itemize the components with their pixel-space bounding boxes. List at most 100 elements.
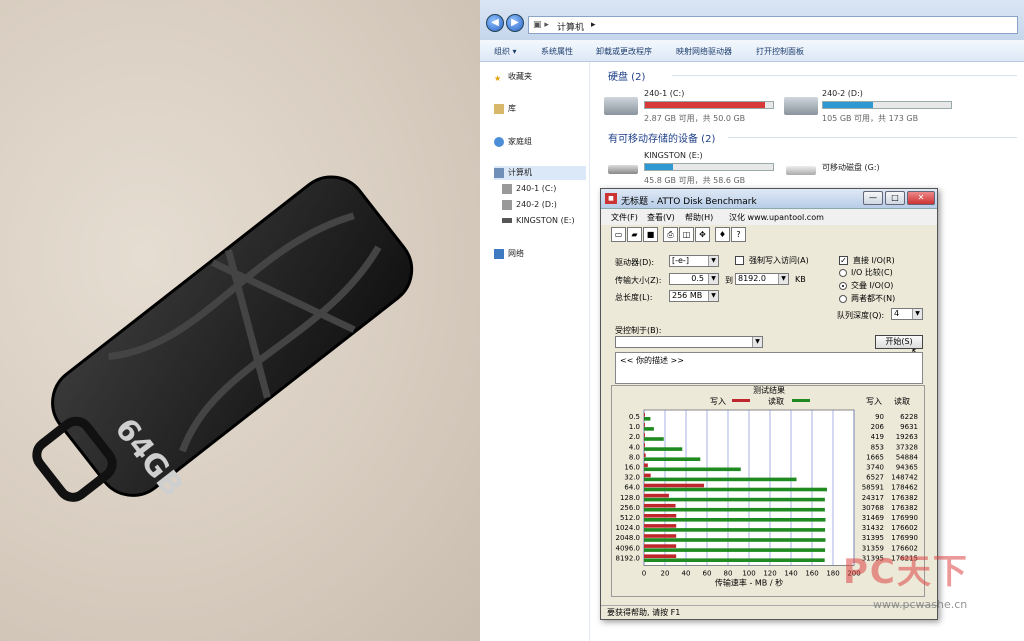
nav-drive-c[interactable]: 240-1 (C:) [502, 182, 556, 196]
removable-heading[interactable]: 有可移动存储的设备 (2) [608, 130, 715, 145]
system-properties-button[interactable]: 系统属性 [541, 46, 573, 57]
force-write-checkbox[interactable] [735, 256, 744, 265]
drive-e-name: KINGSTON (E:) [644, 151, 703, 160]
description-text: << 你的描述 >> [620, 356, 684, 365]
nav-drive-e-label: KINGSTON (E:) [516, 216, 575, 225]
address-field[interactable]: ▣ ▸ 计算机 ▸ [528, 16, 1018, 34]
write-value-label: 58591 [862, 484, 884, 492]
new-file-icon[interactable]: ▭ [611, 227, 626, 242]
controlled-by-label: 受控制于(B): [615, 326, 662, 335]
neither-radio[interactable] [839, 295, 847, 303]
drive-d-info: 105 GB 可用，共 173 GB [822, 114, 919, 123]
read-bar [644, 518, 826, 522]
total-length-select[interactable]: 256 MB ▼ [669, 290, 719, 302]
nav-homegroup[interactable]: 家庭组 [494, 135, 532, 149]
description-box[interactable]: << 你的描述 >> [615, 352, 923, 384]
map-network-drive-button[interactable]: 映射网络驱动器 [676, 46, 732, 57]
usb-drive-image: 64GB [32, 175, 414, 504]
read-value-label: 178462 [891, 484, 918, 492]
read-bar [644, 417, 651, 421]
organize-button[interactable]: 组织 ▾ [494, 46, 517, 57]
breadcrumb-computer[interactable]: 计算机 [557, 20, 584, 33]
hard-drive-icon [784, 97, 818, 115]
write-bar [644, 443, 645, 447]
write-value-label: 31469 [862, 514, 884, 522]
read-bar [644, 447, 683, 451]
read-value-label: 176602 [891, 524, 918, 532]
menu-file[interactable]: 文件(F) [611, 212, 638, 223]
menu-localization[interactable]: 汉化 www.upantool.com [729, 212, 824, 223]
status-text: 要获得帮助, 请按 F1 [607, 608, 681, 617]
chevron-down-icon: ▼ [778, 274, 788, 284]
chevron-down-icon: ▼ [708, 274, 718, 284]
nav-computer-label: 计算机 [508, 168, 532, 177]
menu-view[interactable]: 查看(V) [647, 212, 675, 223]
chevron-right-icon[interactable]: ▸ [591, 20, 596, 30]
write-value-label: 90 [875, 413, 884, 421]
maximize-button[interactable]: □ [885, 191, 905, 205]
x-tick-label: 60 [703, 570, 712, 578]
read-value-label: 94365 [896, 464, 918, 472]
menu-help[interactable]: 帮助(H) [685, 212, 713, 223]
write-value-label: 24317 [862, 494, 884, 502]
open-control-panel-button[interactable]: 打开控制面板 [756, 46, 804, 57]
tip-icon[interactable]: ♦ [715, 227, 730, 242]
nav-drive-e[interactable]: KINGSTON (E:) [502, 214, 575, 228]
y-tick-label: 256.0 [620, 504, 640, 512]
overlap-io-label: 交叠 I/O(O) [851, 281, 894, 290]
star-icon: ★ [494, 73, 502, 83]
write-value-label: 206 [871, 423, 885, 431]
drive-c-info: 2.87 GB 可用，共 50.0 GB [644, 114, 746, 123]
y-tick-label: 128.0 [620, 494, 640, 502]
read-value-label: 37328 [896, 443, 918, 451]
back-button[interactable]: ◀ [486, 14, 504, 32]
read-bar [644, 528, 826, 532]
drive-select[interactable]: [-e-] ▼ [669, 255, 719, 267]
nav-computer[interactable]: 计算机 [494, 166, 586, 180]
read-bar [644, 497, 825, 502]
write-bar [644, 473, 651, 478]
transfer-to-select[interactable]: 8192.0 ▼ [735, 273, 789, 285]
queue-depth-value: 4 [894, 309, 900, 318]
y-tick-label: 4096.0 [616, 544, 641, 552]
overlap-io-radio[interactable] [839, 282, 847, 290]
queue-depth-select[interactable]: 4 ▼ [891, 308, 923, 320]
write-bar [644, 493, 669, 498]
x-tick-label: 40 [682, 570, 691, 578]
atto-app-icon: ■ [605, 193, 617, 204]
read-value-label: 19263 [896, 433, 918, 441]
usb-drive-icon [786, 166, 816, 175]
move-icon[interactable]: ✥ [695, 227, 710, 242]
nav-network[interactable]: 网络 [494, 247, 524, 261]
transfer-from-select[interactable]: 0.5 ▼ [669, 273, 719, 285]
nav-drive-d[interactable]: 240-2 (D:) [502, 198, 557, 212]
x-tick-label: 20 [661, 570, 670, 578]
nav-library[interactable]: 库 [494, 102, 516, 116]
controlled-by-select[interactable]: ▼ [615, 336, 763, 348]
navigation-pane: ★ 收藏夹 库 家庭组 计算机 240-1 (C:) 240-2 (D:) KIN… [480, 62, 590, 641]
write-value-label: 31432 [862, 524, 884, 532]
drive-e-info: 45.8 GB 可用，共 58.6 GB [644, 176, 746, 185]
help-context-icon[interactable]: ? [731, 227, 746, 242]
direct-io-checkbox[interactable]: ✓ [839, 256, 848, 265]
print-icon[interactable]: ⎙ [663, 227, 678, 242]
open-folder-icon[interactable]: ▰ [627, 227, 642, 242]
nav-favorites[interactable]: ★ 收藏夹 [494, 70, 532, 84]
y-tick-label: 1.0 [629, 423, 640, 431]
write-bar [644, 503, 676, 508]
chevron-down-icon: ▼ [708, 256, 718, 266]
read-bar [644, 507, 825, 512]
read-bar [644, 548, 826, 552]
uninstall-program-button[interactable]: 卸载或更改程序 [596, 46, 652, 57]
x-tick-label: 160 [805, 570, 818, 578]
hard-disks-heading[interactable]: 硬盘 (2) [608, 68, 645, 83]
minimize-button[interactable]: — [863, 191, 883, 205]
atto-title: 无标题 - ATTO Disk Benchmark [621, 197, 757, 207]
forward-button[interactable]: ▶ [506, 14, 524, 32]
atto-title-bar[interactable]: ■ 无标题 - ATTO Disk Benchmark — □ ✕ [601, 189, 937, 209]
io-compare-radio[interactable] [839, 269, 847, 277]
print-preview-icon[interactable]: ◫ [679, 227, 694, 242]
close-button[interactable]: ✕ [907, 191, 935, 205]
save-icon[interactable]: ■ [643, 227, 658, 242]
write-value-label: 6527 [866, 474, 884, 482]
